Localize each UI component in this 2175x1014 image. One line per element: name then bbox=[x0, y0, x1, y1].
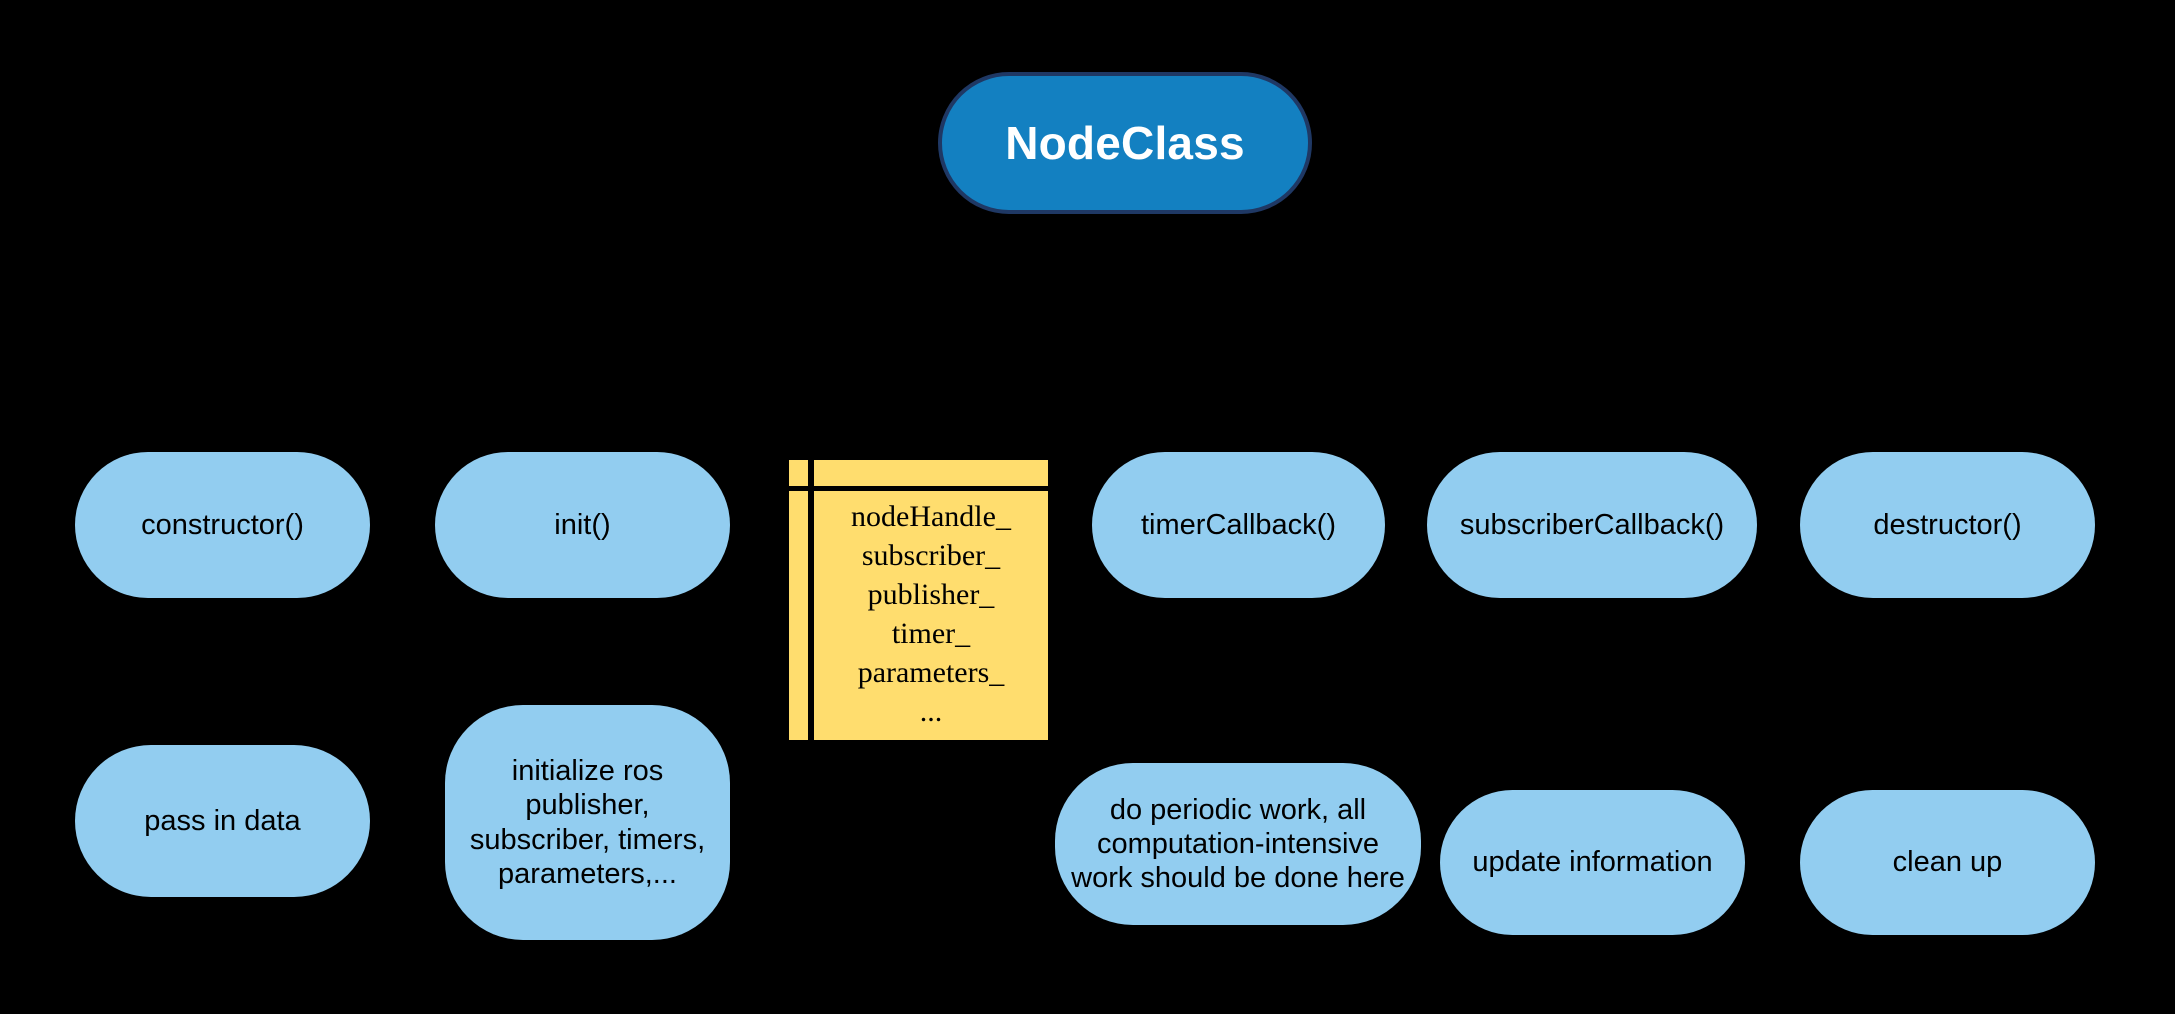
description-node-label: initialize ros publisher, subscriber, ti… bbox=[469, 755, 706, 890]
member-node-label: destructor() bbox=[1873, 508, 2022, 541]
connector-edge bbox=[220, 213, 1127, 453]
attributes-note-body: nodeHandle_ subscriber_ publisher_ timer… bbox=[789, 491, 1048, 740]
root-node-label: NodeClass bbox=[1005, 116, 1245, 169]
connector-edge bbox=[580, 597, 589, 706]
attributes-note-header bbox=[789, 460, 1048, 491]
description-node-label: clean up bbox=[1892, 846, 2003, 879]
member-node-destructor[interactable]: destructor() bbox=[1800, 452, 2095, 598]
member-node-subscribercallback[interactable]: subscriberCallback() bbox=[1427, 452, 1757, 598]
connector-edge bbox=[1123, 213, 1240, 453]
connector-edge bbox=[1123, 213, 1949, 453]
member-node-label: subscriberCallback() bbox=[1459, 508, 1725, 541]
connector-edge bbox=[580, 213, 1127, 453]
member-node-init[interactable]: init() bbox=[435, 452, 730, 598]
attributes-note-text: nodeHandle_ subscriber_ publisher_ timer… bbox=[851, 499, 1011, 728]
connector-edge bbox=[1123, 213, 1594, 453]
connector-edge bbox=[916, 213, 1127, 461]
description-node-initialize-ros-publisher-subscriber-time[interactable]: initialize ros publisher, subscriber, ti… bbox=[445, 705, 730, 940]
member-node-label: timerCallback() bbox=[1141, 508, 1336, 541]
member-node-label: init() bbox=[554, 508, 611, 541]
description-node-label: update information bbox=[1472, 846, 1713, 879]
member-node-constructor[interactable]: constructor() bbox=[75, 452, 370, 598]
root-node-nodeclass[interactable]: NodeClass bbox=[938, 72, 1312, 214]
description-node-label: do periodic work, all computation-intens… bbox=[1071, 793, 1405, 895]
attributes-note-rail bbox=[789, 491, 814, 740]
attributes-note-rail-top bbox=[789, 460, 814, 486]
description-node-label: pass in data bbox=[144, 804, 301, 837]
diagram-canvas: NodeClass constructor() init() timerCallba… bbox=[0, 0, 2175, 1014]
description-node-update-information[interactable]: update information bbox=[1440, 790, 1745, 935]
description-node-pass-in-data[interactable]: pass in data bbox=[75, 745, 370, 897]
attributes-note-main: nodeHandle_ subscriber_ publisher_ timer… bbox=[814, 491, 1048, 740]
description-node-clean-up[interactable]: clean up bbox=[1800, 790, 2095, 935]
member-node-label: constructor() bbox=[141, 508, 304, 541]
description-node-do-periodic-work-all-computation-intensi[interactable]: do periodic work, all computation-intens… bbox=[1055, 763, 1421, 925]
member-node-timercallback[interactable]: timerCallback() bbox=[1092, 452, 1385, 598]
attributes-note[interactable]: nodeHandle_ subscriber_ publisher_ timer… bbox=[789, 460, 1048, 740]
